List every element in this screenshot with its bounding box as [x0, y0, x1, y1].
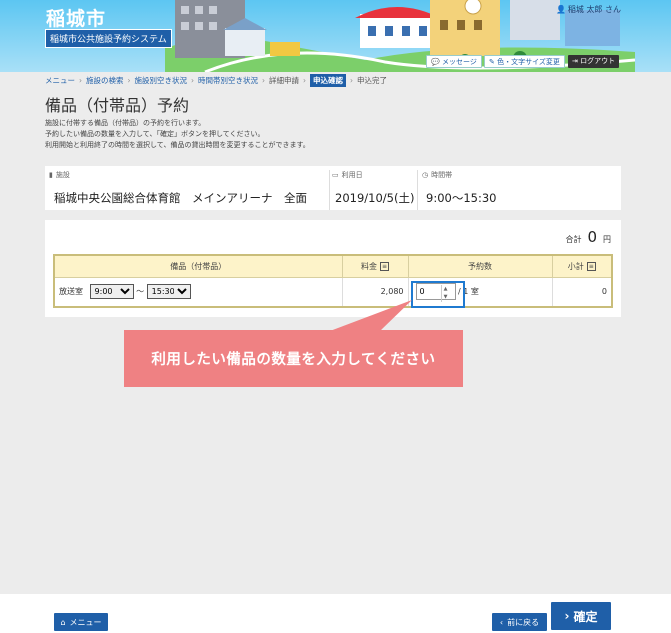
date-label-text: 利用日: [341, 171, 363, 179]
breadcrumb-facility-availability[interactable]: 施設別空き状況: [135, 75, 188, 86]
description-line: 施設に付帯する備品（付帯品）の予約を行います。: [45, 119, 206, 127]
facility-label-text: 施設: [55, 171, 70, 179]
col-qty: 予約数: [407, 254, 553, 278]
user-name-text: 稲城 太郎 さん: [567, 5, 621, 14]
subtotal-cell: 0: [551, 276, 613, 308]
footer: ⌂ メニュー ‹ 前に戻る › 確定: [0, 594, 671, 633]
instruction-callout: 利用したい備品の数量を入力してください: [124, 330, 463, 387]
message-icon: 💬: [431, 58, 440, 66]
message-label: メッセージ: [441, 58, 477, 66]
equipment-panel: 合計 0 円 備品（付帯品） 料金 ≡ 予約数 小計 ≡ 放送室 9:00 ～ 15…: [45, 220, 621, 317]
equipment-table: 備品（付帯品） 料金 ≡ 予約数 小計 ≡ 放送室 9:00 ～ 15:30 2,0…: [53, 254, 613, 308]
user-name: 👤 稲城 太郎 さん: [556, 4, 621, 15]
breadcrumb-separator: ›: [303, 76, 306, 85]
home-icon: ⌂: [60, 617, 66, 627]
clock-icon: ◷: [422, 171, 429, 179]
page-description: 施設に付帯する備品（付帯品）の予約を行います。 予約したい備品の数量を入力して、…: [45, 118, 310, 151]
time-label: ◷ 時間帯: [422, 170, 496, 180]
fee-cell: 2,080: [341, 276, 409, 308]
breadcrumb-search[interactable]: 施設の検索: [86, 75, 124, 86]
breadcrumb-separator: ›: [262, 76, 265, 85]
breadcrumb-current: 申込確認: [310, 74, 346, 87]
facility-value: 稲城中央公園総合体育館 メインアリーナ 全面: [54, 191, 307, 205]
divider: [329, 170, 330, 210]
col-subtotal-label: 小計: [567, 261, 584, 271]
start-time-select[interactable]: 9:00: [89, 284, 134, 300]
col-item: 備品（付帯品）: [53, 254, 343, 278]
col-fee: 料金 ≡: [341, 254, 409, 278]
date-label: ▭ 利用日: [332, 170, 414, 180]
facility-info: ▮ 施設 稲城中央公園総合体育館 メインアリーナ 全面: [49, 170, 307, 206]
back-label: 前に戻る: [507, 617, 540, 627]
menu-button[interactable]: ⌂ メニュー: [54, 613, 108, 631]
end-time-select[interactable]: 15:30: [146, 284, 191, 300]
menu-label: メニュー: [69, 617, 102, 627]
pen-icon: ✎: [489, 58, 495, 66]
breadcrumb: メニュー › 施設の検索 › 施設別空き状況 › 時間帯別空き状況 › 詳細申請 › 申込…: [45, 74, 387, 87]
description-line: 予約したい備品の数量を入力して、「確定」ボタンを押してください。: [45, 130, 265, 138]
time-info: ◷ 時間帯 9:00～15:30: [422, 170, 496, 206]
confirm-button[interactable]: › 確定: [551, 602, 611, 630]
col-fee-label: 料金: [361, 261, 377, 271]
logout-icon: ⇥: [572, 57, 578, 65]
message-button[interactable]: 💬 メッセージ: [426, 55, 482, 68]
item-name: 放送室: [59, 287, 83, 297]
color-size-button[interactable]: ✎ 色・文字サイズ変更: [484, 55, 565, 68]
time-value: 9:00～15:30: [426, 191, 497, 205]
total-label: 合計: [565, 235, 582, 244]
color-size-label: 色・文字サイズ変更: [497, 58, 560, 66]
total-amount: 合計 0 円: [565, 228, 611, 246]
date-info: ▭ 利用日 2019/10/5(土): [332, 170, 414, 206]
breadcrumb-detail: 詳細申請: [269, 76, 299, 85]
breadcrumb-menu[interactable]: メニュー: [45, 75, 75, 86]
back-button[interactable]: ‹ 前に戻る: [492, 613, 547, 631]
logout-button[interactable]: ⇥ ログアウト: [568, 55, 620, 68]
user-icon: 👤: [555, 5, 566, 14]
qty-cell: ▲▼ / 1 室: [407, 276, 553, 308]
city-name: 稲城市: [46, 8, 107, 30]
tilde: ～: [136, 287, 145, 297]
table-header-row: 備品（付帯品） 料金 ≡ 予約数 小計 ≡: [53, 254, 613, 278]
system-name: 稲城市公共施設予約システム: [45, 29, 172, 48]
date-value: 2019/10/5(土): [335, 191, 415, 205]
logout-label: ログアウト: [580, 57, 616, 65]
building-icon: ▮: [49, 171, 53, 179]
chevron-right-icon: ›: [564, 609, 570, 623]
facility-label: ▮ 施設: [49, 170, 307, 180]
time-label-text: 時間帯: [431, 171, 453, 179]
breadcrumb-separator: ›: [79, 76, 82, 85]
calculator-icon: ≡: [380, 261, 389, 271]
breadcrumb-complete: 申込完了: [357, 76, 387, 85]
header: 稲城市 稲城市公共施設予約システム 👤 稲城 太郎 さん 💬 メッセージ ✎ 色・…: [0, 0, 671, 72]
confirm-label: 確定: [573, 609, 598, 624]
divider: [417, 170, 418, 210]
calculator-icon: ≡: [586, 261, 596, 271]
qty-highlight: [410, 280, 465, 308]
item-cell: 放送室 9:00 ～ 15:30: [53, 276, 343, 308]
total-unit: 円: [603, 235, 611, 244]
breadcrumb-separator: ›: [350, 76, 353, 85]
description-line: 利用開始と利用終了の時間を選択して、備品の貸出時間を変更することができます。: [45, 141, 310, 149]
col-subtotal: 小計 ≡: [551, 254, 613, 278]
page-title: 備品（付帯品）予約: [45, 96, 190, 115]
breadcrumb-separator: ›: [191, 76, 194, 85]
table-row: 放送室 9:00 ～ 15:30 2,080 ▲▼ / 1 室 0: [53, 276, 613, 308]
breadcrumb-time-availability[interactable]: 時間帯別空き状況: [198, 75, 258, 86]
total-value: 0: [587, 228, 597, 246]
calendar-icon: ▭: [332, 171, 339, 179]
spinner-icon[interactable]: ▲ ▼: [440, 284, 450, 302]
breadcrumb-separator: ›: [127, 76, 131, 85]
chevron-left-icon: ‹: [499, 617, 504, 627]
reservation-info-panel: ▮ 施設 稲城中央公園総合体育館 メインアリーナ 全面 ▭ 利用日 2019/10/…: [45, 166, 621, 210]
